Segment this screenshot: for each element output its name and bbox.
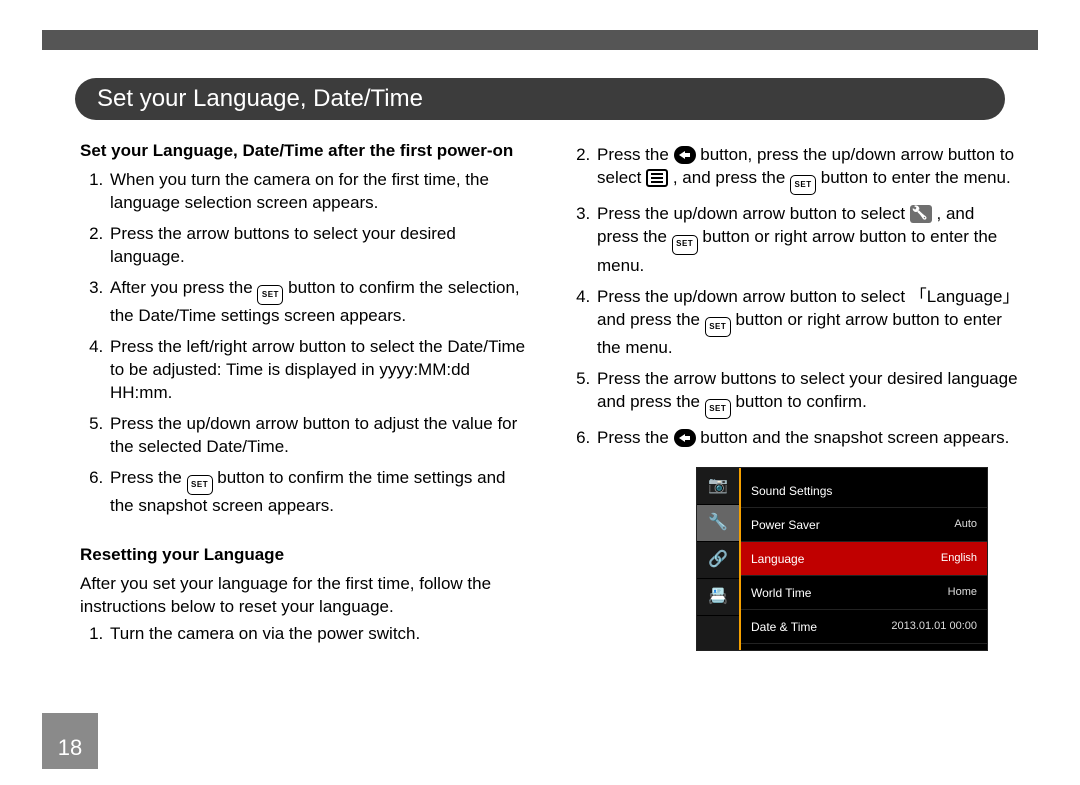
section1-heading: Set your Language, Date/Time after the f…: [80, 140, 533, 163]
back-button-icon: [674, 146, 696, 164]
back-button-icon: [674, 429, 696, 447]
camera-menu-row-label: Language: [751, 551, 804, 567]
step-item: After you press the SET button to confir…: [108, 277, 533, 328]
page-number: 18: [58, 735, 82, 761]
section-title-pill: Set your Language, Date/Time: [75, 78, 1005, 120]
set-button-icon: SET: [672, 235, 698, 255]
menu-list-icon: [646, 169, 668, 187]
step-item: Press the up/down arrow button to adjust…: [108, 413, 533, 459]
camera-menu-tab: 🔗: [697, 542, 739, 579]
camera-menu-row-label: Sound Settings: [751, 483, 832, 499]
right-column: Press the button, press the up/down arro…: [567, 140, 1020, 685]
camera-menu-tab: 📷: [697, 468, 739, 505]
step-item: Turn the camera on via the power switch.: [108, 623, 533, 646]
wrench-settings-icon: [910, 205, 932, 223]
step-item: Press the up/down arrow button to select…: [595, 203, 1020, 277]
step-item: Press the left/right arrow button to sel…: [108, 336, 533, 405]
set-button-icon: SET: [790, 175, 816, 195]
camera-menu-row: Power Saver Auto: [741, 508, 987, 542]
step-item: Press the up/down arrow button to select…: [595, 286, 1020, 360]
section-title-text: Set your Language, Date/Time: [97, 85, 423, 113]
camera-menu-row-value: Home: [948, 585, 977, 600]
step-item: Press the button and the snapshot screen…: [595, 427, 1020, 450]
section2-steps-right: Press the button, press the up/down arro…: [567, 144, 1020, 450]
camera-menu-row-label: Power Saver: [751, 517, 820, 533]
left-column: Set your Language, Date/Time after the f…: [80, 140, 533, 685]
camera-menu-screenshot: 📷🔧🔗📇 Sound Settings Power Saver Auto Langua…: [697, 468, 987, 650]
section2-intro: After you set your language for the firs…: [80, 573, 533, 619]
camera-menu-row: Language English: [741, 542, 987, 576]
step-item: Press the button, press the up/down arro…: [595, 144, 1020, 195]
camera-menu-row-value: English: [941, 551, 977, 566]
section1-steps: When you turn the camera on for the firs…: [80, 169, 533, 518]
set-button-icon: SET: [187, 475, 213, 495]
camera-menu-row-value: 2013.01.01 00:00: [891, 619, 977, 634]
step-item: Press the arrow buttons to select your d…: [108, 223, 533, 269]
camera-menu-rows: Sound Settings Power Saver Auto Language Eng…: [741, 468, 987, 650]
section2-heading: Resetting your Language: [80, 544, 533, 567]
set-button-icon: SET: [257, 285, 283, 305]
set-button-icon: SET: [705, 317, 731, 337]
step-item: When you turn the camera on for the firs…: [108, 169, 533, 215]
camera-menu-row-label: Date & Time: [751, 619, 817, 635]
step-item: Press the SET button to confirm the time…: [108, 467, 533, 518]
step-item: Press the arrow buttons to select your d…: [595, 368, 1020, 419]
content-columns: Set your Language, Date/Time after the f…: [80, 140, 1020, 685]
camera-menu-row: Sound Settings: [741, 474, 987, 508]
camera-menu-tab: 📇: [697, 579, 739, 616]
set-button-icon: SET: [705, 399, 731, 419]
camera-menu-row-value: Auto: [954, 517, 977, 532]
camera-menu-row: World Time Home: [741, 576, 987, 610]
page-number-tab: 18: [42, 713, 98, 769]
section2-steps-left: Turn the camera on via the power switch.: [80, 623, 533, 646]
camera-menu-tab: 🔧: [697, 505, 739, 542]
page-top-bar: [42, 30, 1038, 50]
camera-menu-tabs: 📷🔧🔗📇: [697, 468, 741, 650]
camera-menu-row-label: World Time: [751, 585, 811, 601]
camera-menu-row: Date & Time 2013.01.01 00:00: [741, 610, 987, 644]
